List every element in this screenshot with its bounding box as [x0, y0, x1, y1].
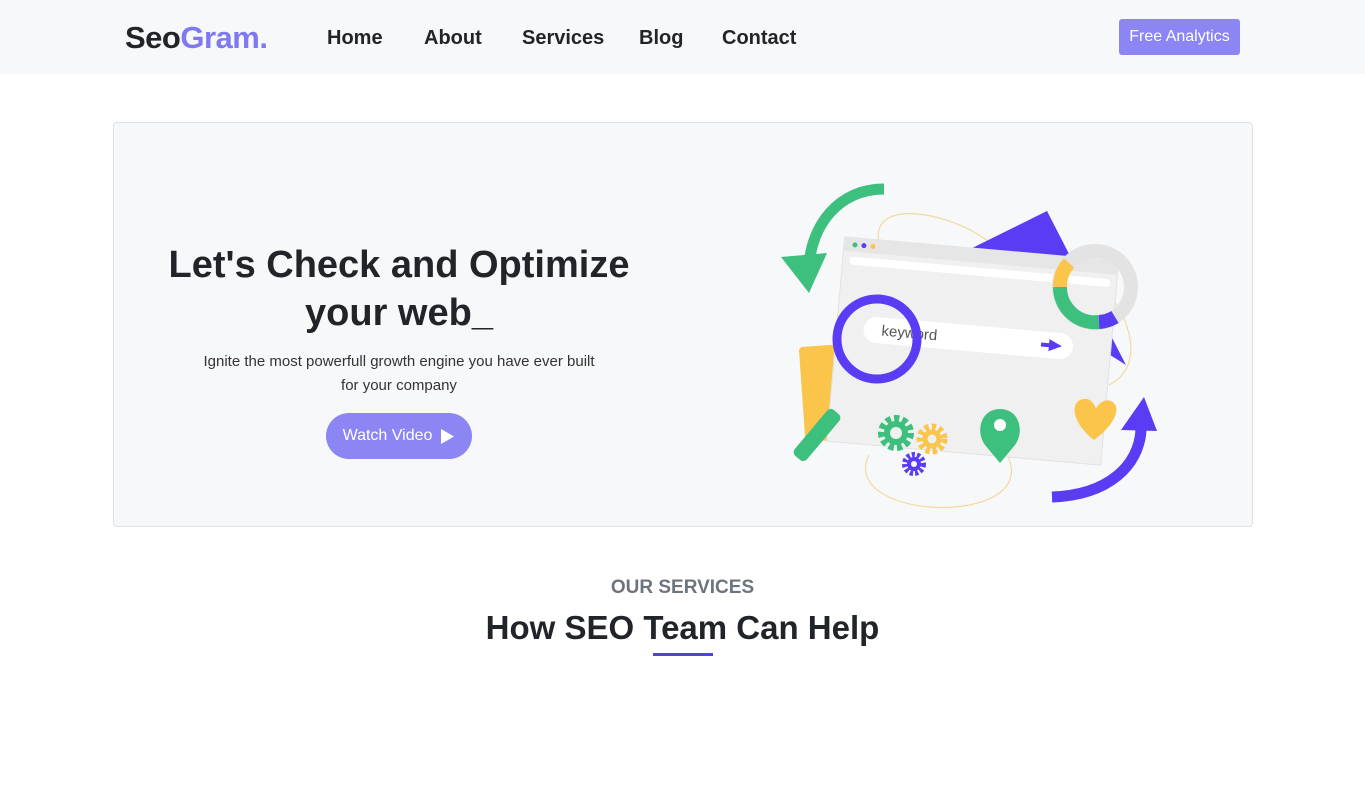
services-title-underline: [653, 653, 713, 656]
nav-link-contact[interactable]: Contact: [722, 27, 796, 49]
browser-window-graphic: keyword: [826, 236, 1120, 466]
hero-subtitle: Ignite the most powerfull growth engine …: [203, 353, 595, 394]
navbar: SeoGram. Home About Services Blog Contac…: [0, 0, 1365, 74]
brand-name-part1: Seo: [125, 20, 181, 55]
services-kicker: OUR SERVICES: [610, 577, 755, 598]
play-icon: [441, 428, 455, 444]
seo-illustration: keyword: [781, 183, 1157, 509]
nav-link-about[interactable]: About: [424, 27, 482, 49]
hero-section: Let's Check and Optimize your web_ Ignit…: [113, 122, 1253, 527]
hero-title: Let's Check and Optimize your web_: [168, 244, 630, 334]
watch-video-label: Watch Video: [342, 427, 433, 444]
nav-link-services[interactable]: Services: [522, 27, 604, 49]
free-analytics-button[interactable]: Free Analytics: [1119, 19, 1240, 55]
watch-video-button[interactable]: Watch Video: [326, 413, 472, 459]
brand-name-part2: Gram.: [180, 20, 268, 55]
nav-link-home[interactable]: Home: [327, 27, 383, 49]
services-title: How SEO Team Can Help: [485, 609, 880, 646]
brand-logo[interactable]: SeoGram.: [125, 20, 268, 56]
nav-link-blog[interactable]: Blog: [639, 27, 683, 49]
